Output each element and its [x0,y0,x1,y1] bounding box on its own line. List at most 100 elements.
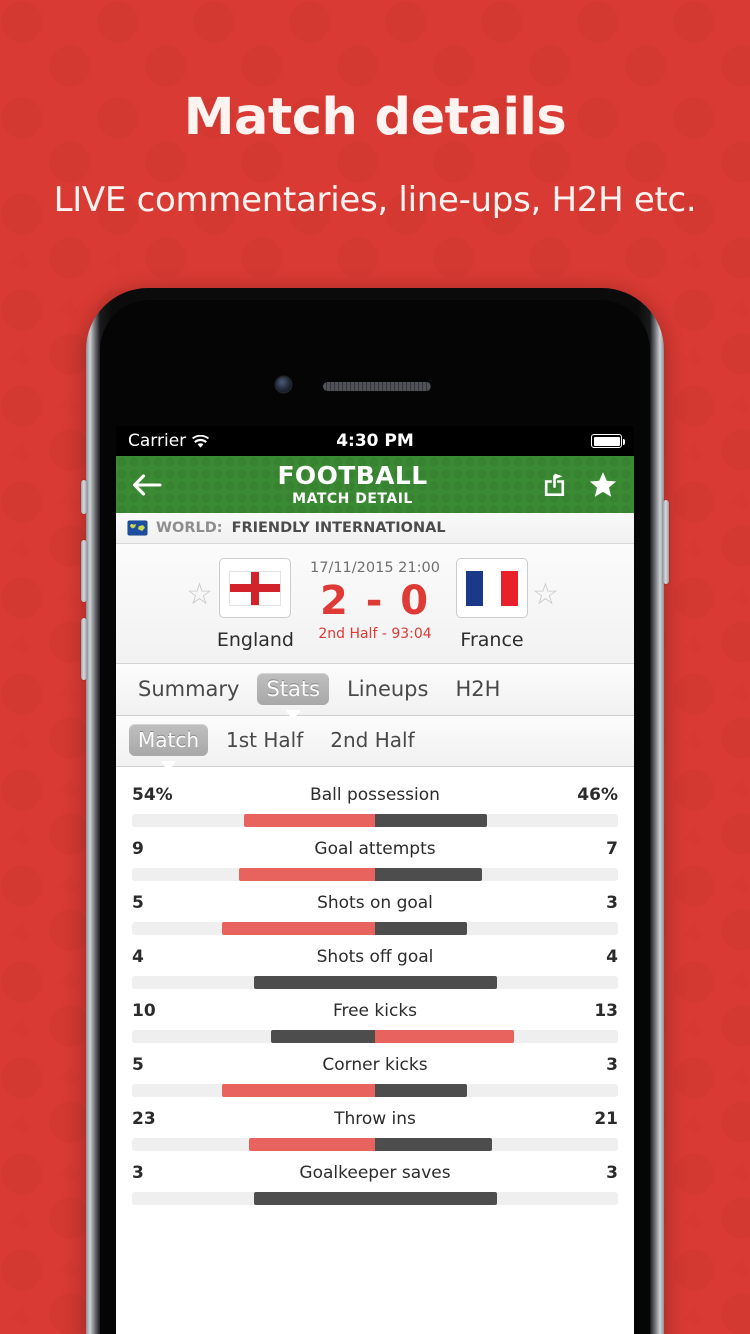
stat-away-value: 7 [606,839,618,859]
away-flag [456,558,528,618]
match-date: 17/11/2015 21:00 [310,560,440,576]
tab-stats[interactable]: Stats [257,673,330,705]
stat-label: Free kicks [332,1001,418,1021]
home-team-name: England [216,629,294,651]
away-team-name: France [460,629,524,651]
league-name: FRIENDLY INTERNATIONAL [231,520,446,536]
league-row[interactable]: WORLD: FRIENDLY INTERNATIONAL [116,513,634,544]
app-title: FOOTBALL [277,461,428,490]
stat-row: 23 Throw ins 21 [132,1097,618,1151]
silent-switch-button[interactable] [81,480,87,514]
match-score: 2 - 0 [319,578,431,624]
match-score-block: 17/11/2015 21:00 2 - 0 2nd Half - 93:04 [294,558,456,642]
stat-row: 4 Shots off goal 4 [132,935,618,989]
stat-bar-away [375,814,487,827]
stat-row-values: 5 Corner kicks 3 [132,1055,618,1075]
stat-label: Shots on goal [317,893,433,913]
status-bar: Carrier 4:30 PM [116,426,634,456]
stat-home-value: 3 [132,1163,144,1183]
stat-bar-home [238,868,375,881]
volume-down-button[interactable] [81,618,87,680]
stat-home-value: 9 [132,839,144,859]
league-region: WORLD: [156,520,223,536]
home-team: ☆ England [126,558,294,651]
stat-row: 5 Shots on goal 3 [132,881,618,935]
stat-bar-away [375,976,497,989]
stat-label: Shots off goal [316,947,434,967]
away-team: ☆ France [456,558,624,651]
stats-list: 54% Ball possession 46% 9 Goal attempts 7 5 Sho… [116,767,634,1205]
tab-lineups[interactable]: Lineups [338,673,437,705]
england-flag-icon [229,570,282,606]
stat-label: Throw ins [334,1109,416,1129]
stat-bar-home [221,922,375,935]
stat-away-value: 13 [594,1001,618,1021]
stat-away-value: 3 [606,1163,618,1183]
period-tab-2nd-half[interactable]: 2nd Half [321,724,423,756]
stat-row: 54% Ball possession 46% [132,773,618,827]
stat-row-values: 3 Goalkeeper saves 3 [132,1163,618,1183]
match-status: 2nd Half - 93:04 [318,626,432,642]
stat-row-values: 9 Goal attempts 7 [132,839,618,859]
stat-row-values: 10 Free kicks 13 [132,1001,618,1021]
stat-bar [132,1084,618,1097]
stat-bar-away [375,1030,514,1043]
app-header: FOOTBALL MATCH DETAIL [116,456,634,513]
stat-row: 9 Goal attempts 7 [132,827,618,881]
tab-summary[interactable]: Summary [129,673,248,705]
battery-icon [591,434,625,448]
stat-bar [132,1030,618,1043]
stat-bar [132,1138,618,1151]
back-arrow-icon[interactable] [132,473,162,496]
stat-home-value: 5 [132,893,144,913]
stat-bar [132,922,618,935]
earpiece-speaker [323,382,431,391]
stat-away-value: 21 [594,1109,618,1129]
volume-up-button[interactable] [81,540,87,602]
stat-home-value: 5 [132,1055,144,1075]
stat-bar-away [375,1084,468,1097]
world-globe-icon [128,521,147,535]
favorite-star-icon[interactable] [588,471,618,499]
stat-row-values: 23 Throw ins 21 [132,1109,618,1129]
period-tab-match[interactable]: Match [129,724,209,756]
stat-bar-home [253,976,375,989]
power-button[interactable] [663,500,669,584]
stat-row-values: 4 Shots off goal 4 [132,947,618,967]
front-camera-icon [276,377,291,392]
stat-home-value: 54% [132,785,173,805]
stat-bar-home [221,1084,375,1097]
stat-bar [132,1192,618,1205]
stat-label: Ball possession [310,785,440,805]
stat-label: Goal attempts [314,839,436,859]
stat-bar-away [375,1138,492,1151]
app-header-titles: FOOTBALL MATCH DETAIL [277,463,427,506]
stat-bar-away [375,1192,497,1205]
stat-bar [132,976,618,989]
period-tab-bar: Match 1st Half 2nd Half [116,716,634,772]
share-icon[interactable] [543,472,570,497]
main-tab-bar: Summary Stats Lineups H2H [116,664,634,721]
stat-bar-home [248,1138,375,1151]
stat-home-value: 23 [132,1109,156,1129]
stat-bar [132,814,618,827]
wifi-icon [192,434,210,448]
tab-h2h[interactable]: H2H [446,673,509,705]
home-favorite-star-icon[interactable]: ☆ [186,580,213,610]
match-header: ☆ England 17/11/2015 21:00 2 - 0 2nd Hal… [116,544,634,664]
promo-screenshot: Match details LIVE commentaries, line-up… [0,0,750,1334]
status-time: 4:30 PM [336,431,414,451]
stat-row: 10 Free kicks 13 [132,989,618,1043]
phone-mockup: Carrier 4:30 PM FOOTBALL MATCH DETAIL WO… [81,288,669,1334]
period-tab-1st-half[interactable]: 1st Half [217,724,312,756]
stat-row: 3 Goalkeeper saves 3 [132,1151,618,1205]
stat-label: Corner kicks [322,1055,428,1075]
stat-bar-home [253,1192,375,1205]
stat-home-value: 4 [132,947,144,967]
stat-row: 5 Corner kicks 3 [132,1043,618,1097]
app-screen: Carrier 4:30 PM FOOTBALL MATCH DETAIL WO… [116,426,634,1334]
away-favorite-star-icon[interactable]: ☆ [532,580,559,610]
stat-row-values: 54% Ball possession 46% [132,785,618,805]
stat-bar-away [375,922,468,935]
stat-home-value: 10 [132,1001,156,1021]
